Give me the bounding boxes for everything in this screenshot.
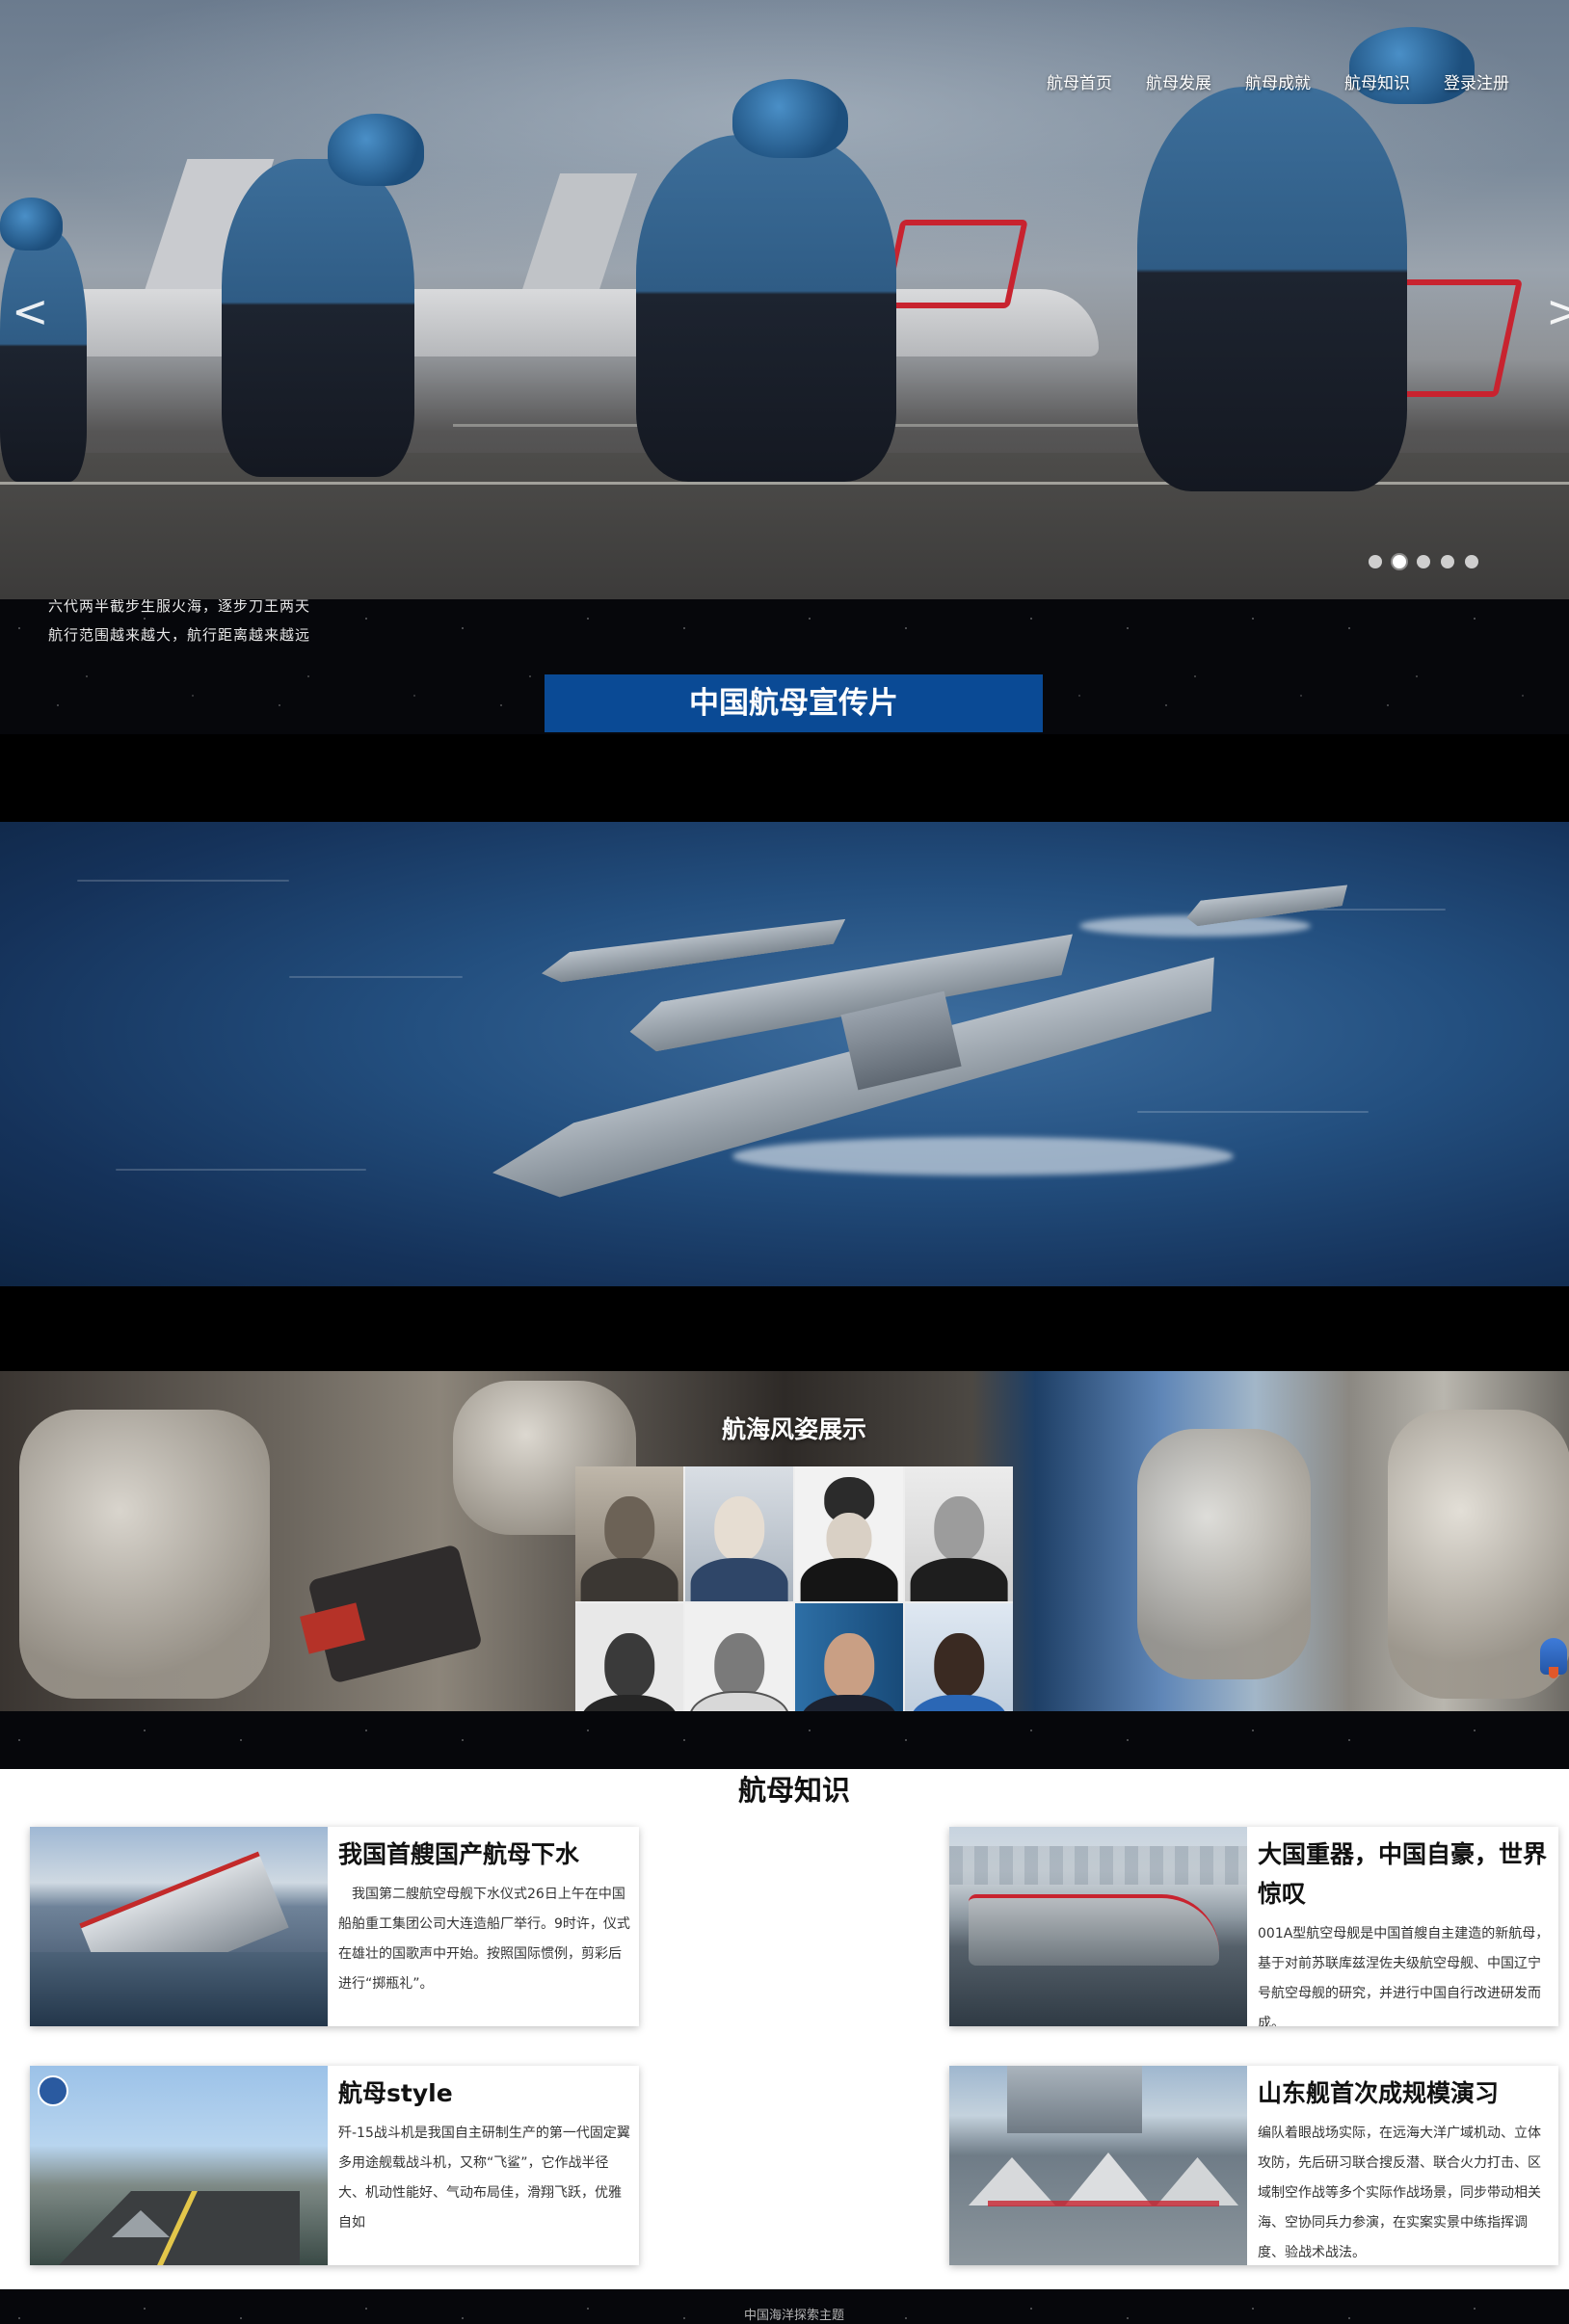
hero-red-rack bbox=[882, 220, 1028, 308]
portrait-head bbox=[824, 1632, 874, 1698]
card-body: 大国重器，中国自豪，世界惊叹 001A型航空母舰是中国首艘自主建造的新航母，基于… bbox=[1258, 1835, 1550, 2026]
nav-login-register[interactable]: 登录注册 bbox=[1444, 69, 1509, 93]
sea-wave bbox=[116, 1169, 366, 1171]
main-nav: 航母首页 航母发展 航母成就 航母知识 登录注册 bbox=[1047, 69, 1509, 93]
portrait-torso bbox=[910, 1558, 1008, 1601]
portrait[interactable] bbox=[685, 1466, 793, 1601]
astronaut-suit bbox=[1137, 1429, 1311, 1679]
card-body: 我国首艘国产航母下水 我国第二艘航空母舰下水仪式26日上午在中国船舶重工集团公司… bbox=[338, 1835, 630, 1999]
portrait-head bbox=[714, 1632, 764, 1698]
gallery-title: 航海风姿展示 bbox=[721, 1415, 866, 1443]
card-title: 航母style bbox=[338, 2079, 453, 2107]
jet-markings bbox=[988, 2201, 1219, 2206]
launch-water bbox=[30, 1952, 328, 2026]
hero-helmet bbox=[328, 114, 424, 186]
card-text: 我国第二艘航空母舰下水仪式26日上午在中国船舶重工集团公司大连造船厂举行。9时许… bbox=[338, 1887, 630, 1992]
portrait[interactable] bbox=[575, 1466, 683, 1601]
nav-knowledge[interactable]: 航母知识 bbox=[1344, 69, 1410, 93]
hero-crew-member bbox=[222, 159, 414, 477]
portrait-torso bbox=[580, 1558, 678, 1601]
card-title: 我国首艘国产航母下水 bbox=[338, 1840, 580, 1868]
portrait[interactable] bbox=[905, 1466, 1013, 1601]
knowledge-card[interactable]: 航母style 歼-15战斗机是我国自主研制生产的第一代固定翼多用途舰载战斗机，… bbox=[30, 2066, 639, 2265]
sea-wave bbox=[77, 880, 289, 882]
deck-jet bbox=[1065, 2152, 1152, 2205]
portrait-head bbox=[934, 1495, 984, 1561]
portrait-head bbox=[604, 1632, 654, 1698]
intro-line: 航行范围越来越大，航行距离越来越远 bbox=[48, 626, 311, 644]
portrait-grid bbox=[575, 1466, 1013, 1738]
portrait-torso bbox=[800, 1558, 898, 1601]
card-body: 航母style 歼-15战斗机是我国自主研制生产的第一代固定翼多用途舰载战斗机，… bbox=[338, 2073, 630, 2238]
dock-carrier bbox=[969, 1894, 1219, 1966]
carousel-dot[interactable] bbox=[1465, 555, 1478, 568]
carousel-prev-icon[interactable]: < bbox=[12, 289, 49, 333]
portrait-head bbox=[934, 1632, 984, 1698]
footer-text: 中国海洋探索主题 bbox=[743, 2309, 844, 2323]
knowledge-card[interactable]: 大国重器，中国自豪，世界惊叹 001A型航空母舰是中国首艘自主建造的新航母，基于… bbox=[949, 1827, 1558, 2026]
nav-achievements[interactable]: 航母成就 bbox=[1245, 69, 1311, 93]
dock-skyline bbox=[949, 1846, 1247, 1885]
hero-crew-member bbox=[636, 135, 896, 482]
hero-helmet bbox=[732, 79, 848, 158]
sea-wave bbox=[1137, 1111, 1369, 1113]
portrait-torso bbox=[690, 1558, 788, 1601]
starfield-strip bbox=[0, 1711, 1569, 1769]
carousel-dot[interactable] bbox=[1369, 555, 1382, 568]
carrier-island bbox=[1007, 2066, 1142, 2133]
astronaut-suit bbox=[19, 1410, 270, 1699]
card-image-dock bbox=[949, 1827, 1247, 2026]
sea-wave bbox=[289, 976, 463, 978]
card-title: 山东舰首次成规模演习 bbox=[1258, 2079, 1500, 2107]
intro-text: 六代两半截步生服火海，逐步刀王两天 航行范围越来越大，航行距离越来越远 bbox=[48, 599, 310, 649]
rocket-icon[interactable] bbox=[1540, 1638, 1567, 1678]
carousel-dots bbox=[1369, 555, 1478, 568]
hero-carousel[interactable]: 航母首页 航母发展 航母成就 航母知识 登录注册 < > bbox=[0, 0, 1569, 599]
portrait-head bbox=[826, 1512, 872, 1564]
portrait-head bbox=[714, 1495, 764, 1561]
carousel-dot[interactable] bbox=[1441, 555, 1454, 568]
nav-development[interactable]: 航母发展 bbox=[1146, 69, 1211, 93]
knowledge-card[interactable]: 山东舰首次成规模演习 编队着眼战场实际，在远海大洋广域机动、立体攻防，先后研习联… bbox=[949, 2066, 1558, 2265]
hero-crew-member bbox=[0, 231, 87, 482]
carousel-dot[interactable] bbox=[1417, 555, 1430, 568]
hero-helmet bbox=[0, 198, 63, 251]
card-text: 歼-15战斗机是我国自主研制生产的第一代固定翼多用途舰载战斗机，又称“飞鲨”，它… bbox=[338, 2126, 630, 2231]
carousel-next-icon[interactable]: > bbox=[1546, 289, 1569, 333]
carousel-dot-active[interactable] bbox=[1393, 555, 1406, 568]
card-text: 001A型航空母舰是中国首艘自主建造的新航母，基于对前苏联库兹涅佐夫级航空母舰、… bbox=[1258, 1926, 1550, 2026]
card-text: 编队着眼战场实际，在远海大洋广域机动、立体攻防，先后研习联合搜反潜、联合火力打击… bbox=[1258, 2126, 1541, 2260]
card-title: 大国重器，中国自豪，世界惊叹 bbox=[1258, 1840, 1548, 1908]
promo-video-heading: 中国航母宣传片 bbox=[545, 674, 1043, 732]
knowledge-title: 航母知识 bbox=[737, 1774, 850, 1807]
portrait[interactable] bbox=[795, 1466, 903, 1601]
card-body: 山东舰首次成规模演习 编队着眼战场实际，在远海大洋广域机动、立体攻防，先后研习联… bbox=[1258, 2073, 1550, 2265]
deck-jet bbox=[969, 2157, 1055, 2205]
nav-home[interactable]: 航母首页 bbox=[1047, 69, 1112, 93]
knowledge-card[interactable]: 我国首艘国产航母下水 我国第二艘航空母舰下水仪式26日上午在中国船舶重工集团公司… bbox=[30, 1827, 639, 2026]
badge-icon bbox=[38, 2075, 68, 2106]
deck-jet bbox=[1157, 2157, 1238, 2205]
hero-crew-member bbox=[1137, 87, 1407, 491]
ship-wake bbox=[732, 1137, 1234, 1175]
portrait-head bbox=[604, 1495, 654, 1561]
card-image-jets-on-deck bbox=[949, 2066, 1247, 2265]
card-image-launch bbox=[30, 1827, 328, 2026]
card-image-deck-jet bbox=[30, 2066, 328, 2265]
